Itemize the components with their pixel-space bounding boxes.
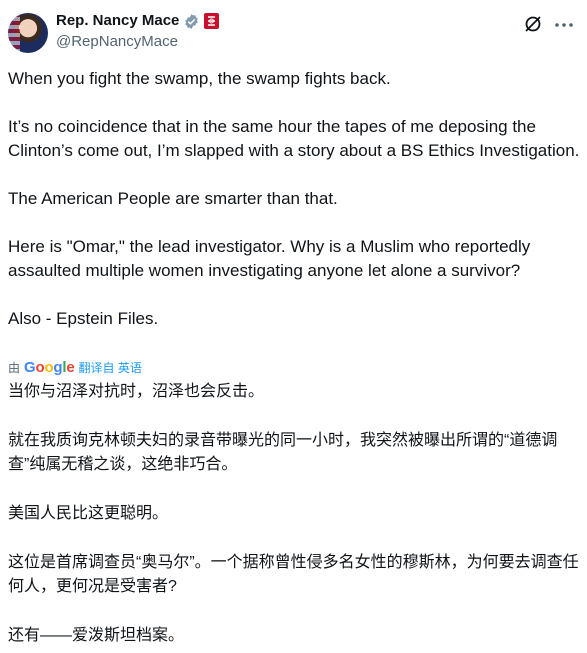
avatar[interactable] — [8, 13, 48, 53]
author-display-name[interactable]: Rep. Nancy Mace — [56, 11, 179, 31]
grok-icon[interactable] — [523, 14, 543, 34]
google-logo: Google — [24, 358, 75, 376]
author-name-row: Rep. Nancy Mace — [56, 11, 220, 31]
translated-from-link[interactable]: 翻译自 英语 — [79, 359, 142, 376]
author-handle[interactable]: @RepNancyMace — [56, 32, 178, 52]
us-government-icon[interactable] — [204, 13, 220, 29]
translated-by-label: 由 — [8, 360, 21, 375]
translated-text: 当你与沼泽对抗时，沼泽也会反击。 就在我质询克林顿夫妇的录音带曝光的同一小时，我… — [8, 383, 579, 645]
post-text: When you fight the swamp, the swamp figh… — [8, 69, 580, 328]
post-header: Rep. Nancy Mace @RepNancyMace — [8, 10, 579, 54]
verified-badge-icon[interactable] — [183, 13, 200, 30]
more-icon[interactable] — [553, 14, 575, 36]
translation-attribution: 由 Google 翻译自 英语 — [8, 357, 142, 377]
